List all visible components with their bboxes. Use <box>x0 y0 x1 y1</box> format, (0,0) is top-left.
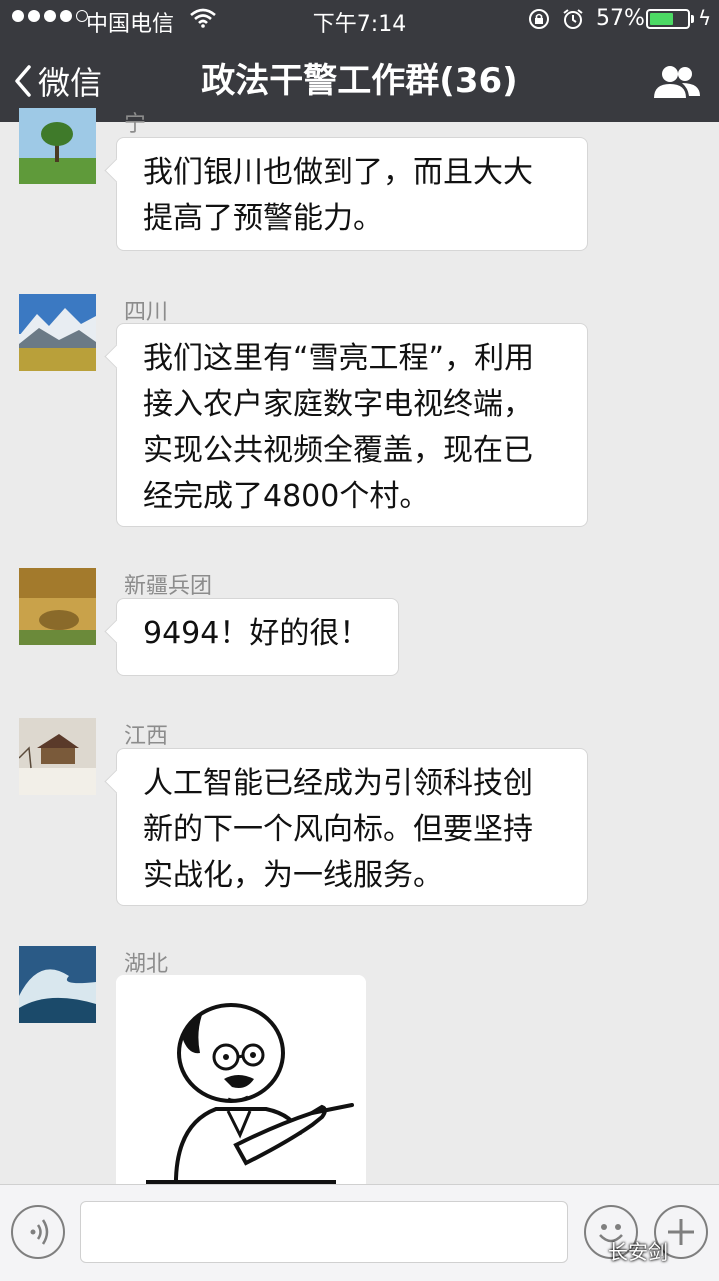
sender-name: 新疆兵团 <box>124 574 213 599</box>
message-input[interactable] <box>80 1201 568 1263</box>
avatar[interactable] <box>19 108 96 184</box>
nav-bar: 政法干警工作群(36) 微信 <box>0 40 719 122</box>
sender-name: 江西 <box>124 724 169 749</box>
avatar[interactable] <box>19 294 96 371</box>
alarm-icon <box>563 9 583 29</box>
message-bubble[interactable]: 人工智能已经成为引领科技创 新的下一个风向标。但要坚持 实战化，为一线服务。 <box>116 748 588 906</box>
group-members-icon[interactable] <box>652 62 702 102</box>
status-bar: 中国电信 下午7:14 57% ϟ <box>0 0 719 40</box>
rotation-lock-icon <box>529 9 549 29</box>
back-label: 微信 <box>38 64 103 102</box>
top-bar: 中国电信 下午7:14 57% ϟ 政法干警工作群(36) 微信 <box>0 0 719 122</box>
voice-icon <box>30 1219 49 1245</box>
battery-percentage: 57% <box>596 6 645 31</box>
message-bubble[interactable]: 我们这里有“雪亮工程”，利用 接入农户家庭数字电视终端， 实现公共视频全覆盖，现… <box>116 323 588 527</box>
voice-input-button[interactable] <box>11 1205 65 1259</box>
sticker-image[interactable] <box>116 975 366 1190</box>
sender-name: 湖北 <box>124 952 169 977</box>
battery-icon <box>646 9 690 29</box>
chat-title: 政法干警工作群(36) <box>201 61 518 101</box>
watermark: 长安剑 <box>608 1240 668 1264</box>
message-bubble[interactable]: 我们银川也做到了，而且大大 提高了预警能力。 <box>116 137 588 251</box>
message-bubble[interactable]: 9494！好的很！ <box>116 598 399 676</box>
chevron-left-icon <box>15 65 31 97</box>
avatar[interactable] <box>19 946 96 1023</box>
avatar[interactable] <box>19 568 96 645</box>
input-bar <box>0 1184 719 1281</box>
charging-bolt-icon: ϟ <box>698 6 712 30</box>
meme-sticker-icon <box>116 975 366 1190</box>
avatar[interactable] <box>19 718 96 795</box>
sender-name: 四川 <box>124 300 169 325</box>
